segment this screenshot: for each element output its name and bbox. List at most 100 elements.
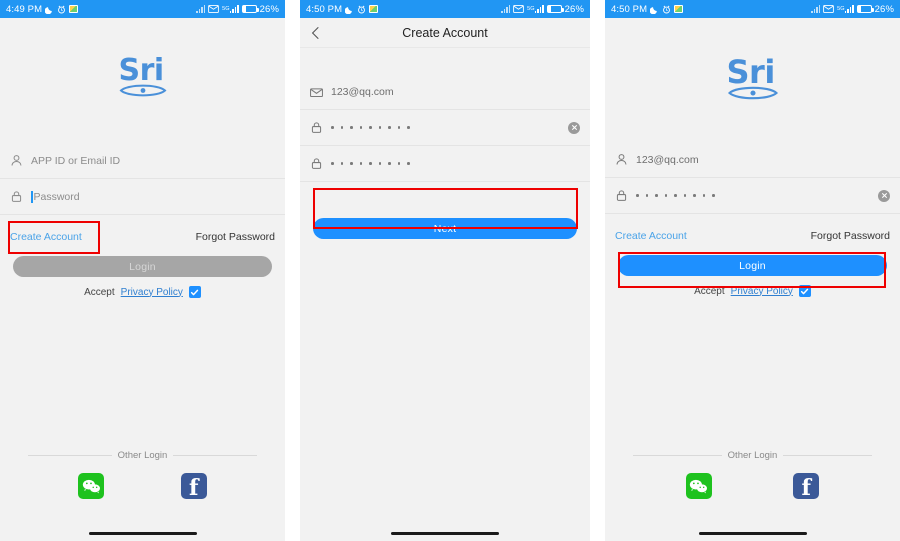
envelope-icon: [823, 5, 834, 13]
password-mask-dots: [331, 126, 410, 129]
status-bar: 4:49 PM 5G 26%: [0, 0, 285, 18]
envelope-icon: [513, 5, 524, 13]
phone-screen-create-account: 4:50 PM 5G 26% Create Account 123@qq.com…: [300, 0, 590, 541]
navigation-bar: Create Account: [300, 18, 590, 48]
create-account-form: 123@qq.com Next: [300, 74, 590, 239]
home-indicator: [391, 532, 499, 535]
lock-icon: [310, 121, 324, 135]
password-placeholder: Password: [33, 190, 80, 203]
confirm-password-field[interactable]: [300, 146, 590, 182]
login-screen: Sri APP ID or Email ID Password Create A…: [0, 18, 285, 541]
login-links-row: Create Account Forgot Password: [605, 221, 900, 251]
email-value: 123@qq.com: [331, 85, 394, 98]
facebook-f-glyph: f: [801, 475, 811, 501]
app-id-field[interactable]: APP ID or Email ID: [0, 143, 285, 179]
clear-password-button[interactable]: [878, 189, 890, 202]
privacy-policy-link[interactable]: Privacy Policy: [731, 286, 793, 297]
status-bar: 4:50 PM 5G 26%: [605, 0, 900, 18]
other-login-divider: Other Login: [0, 450, 285, 461]
logo-text: Sri: [726, 53, 776, 91]
wechat-icon[interactable]: [78, 473, 105, 499]
status-bar-left: 4:49 PM: [6, 3, 79, 15]
accept-checkbox[interactable]: [188, 286, 201, 298]
password-mask-dots: [636, 194, 715, 197]
status-bar-right: 5G 26%: [811, 4, 894, 15]
phone-screen-login-initial: 4:49 PM 5G 26% Sri APP ID or Email ID Pa…: [0, 0, 285, 541]
email-field[interactable]: 123@qq.com: [300, 74, 590, 110]
gallery-icon: [674, 5, 684, 13]
facebook-icon[interactable]: f: [180, 473, 207, 501]
battery-icon: [241, 5, 259, 13]
accept-label: Accept: [84, 286, 115, 298]
logo-text: Sri: [118, 53, 165, 88]
other-login-section: Other Login f: [605, 450, 900, 499]
login-button[interactable]: Login: [13, 256, 272, 277]
phone-screen-login-filled: 4:50 PM 5G 26% Sri 123@qq.com Create Acc…: [605, 0, 900, 541]
app-id-value: 123@qq.com: [636, 153, 699, 166]
5g-signal-icon: 5G: [222, 5, 239, 13]
lock-icon: [10, 190, 24, 204]
moon-icon: [345, 5, 354, 14]
chevron-left-icon[interactable]: [309, 26, 323, 40]
envelope-icon: [310, 85, 324, 99]
other-login-label: Other Login: [727, 450, 778, 461]
create-account-link[interactable]: Create Account: [615, 230, 687, 242]
divider-left: [633, 455, 722, 456]
envelope-icon: [208, 5, 219, 13]
next-button[interactable]: Next: [313, 218, 577, 239]
accept-privacy-row: Accept Privacy Policy: [0, 286, 285, 298]
forgot-password-link[interactable]: Forgot Password: [196, 231, 275, 243]
password-field[interactable]: Password: [0, 179, 285, 215]
create-account-screen: Create Account 123@qq.com Next: [300, 18, 590, 541]
signal-bars-icon: [811, 5, 821, 13]
home-indicator: [88, 532, 197, 535]
alarm-icon: [662, 5, 671, 14]
signal-bars-icon: [501, 5, 511, 13]
create-account-link[interactable]: Create Account: [10, 231, 82, 243]
facebook-icon[interactable]: f: [793, 473, 820, 501]
person-icon: [615, 153, 629, 167]
screenshot-stage: 4:49 PM 5G 26% Sri APP ID or Email ID Pa…: [0, 0, 900, 541]
password-field[interactable]: [605, 178, 900, 214]
login-links-row: Create Account Forgot Password: [0, 222, 285, 252]
5g-signal-icon: 5G: [837, 5, 854, 13]
app-logo: Sri: [0, 18, 285, 98]
other-login-section: Other Login f: [0, 450, 285, 499]
battery-percent-label: 26%: [564, 3, 584, 15]
password-field[interactable]: [300, 110, 590, 146]
gallery-icon: [369, 5, 379, 13]
status-bar-left: 4:50 PM: [306, 3, 379, 15]
other-login-providers: f: [0, 473, 285, 499]
divider-right: [173, 455, 257, 456]
home-indicator: [698, 532, 807, 535]
lock-icon: [310, 157, 324, 171]
login-form: APP ID or Email ID Password Create Accou…: [0, 143, 285, 298]
other-login-label: Other Login: [117, 450, 168, 461]
accept-label: Accept: [694, 285, 725, 297]
lock-icon: [615, 189, 629, 203]
other-login-providers: f: [605, 473, 900, 499]
5g-signal-icon: 5G: [527, 5, 544, 13]
wechat-icon[interactable]: [685, 473, 712, 499]
status-bar-right: 5G 26%: [196, 4, 279, 15]
battery-icon: [546, 5, 564, 13]
status-bar-clock: 4:50 PM: [611, 3, 648, 15]
battery-percent-label: 26%: [259, 3, 279, 15]
moon-icon: [45, 5, 54, 14]
forgot-password-link[interactable]: Forgot Password: [811, 230, 890, 242]
app-logo: Sri: [605, 18, 900, 101]
privacy-policy-link[interactable]: Privacy Policy: [121, 287, 183, 298]
clear-password-button[interactable]: [568, 121, 580, 134]
status-bar-clock: 4:50 PM: [306, 3, 343, 15]
login-screen: Sri 123@qq.com Create Account Forgot Pas…: [605, 18, 900, 541]
signal-bars-icon: [196, 5, 206, 13]
moon-icon: [650, 5, 659, 14]
accept-checkbox[interactable]: [798, 285, 811, 297]
status-bar-clock: 4:49 PM: [6, 3, 43, 15]
person-icon: [10, 154, 24, 168]
divider-right: [783, 455, 872, 456]
login-button[interactable]: Login: [618, 255, 887, 276]
app-id-field[interactable]: 123@qq.com: [605, 142, 900, 178]
confirm-password-mask-dots: [331, 162, 410, 165]
facebook-f-glyph: f: [189, 475, 199, 501]
